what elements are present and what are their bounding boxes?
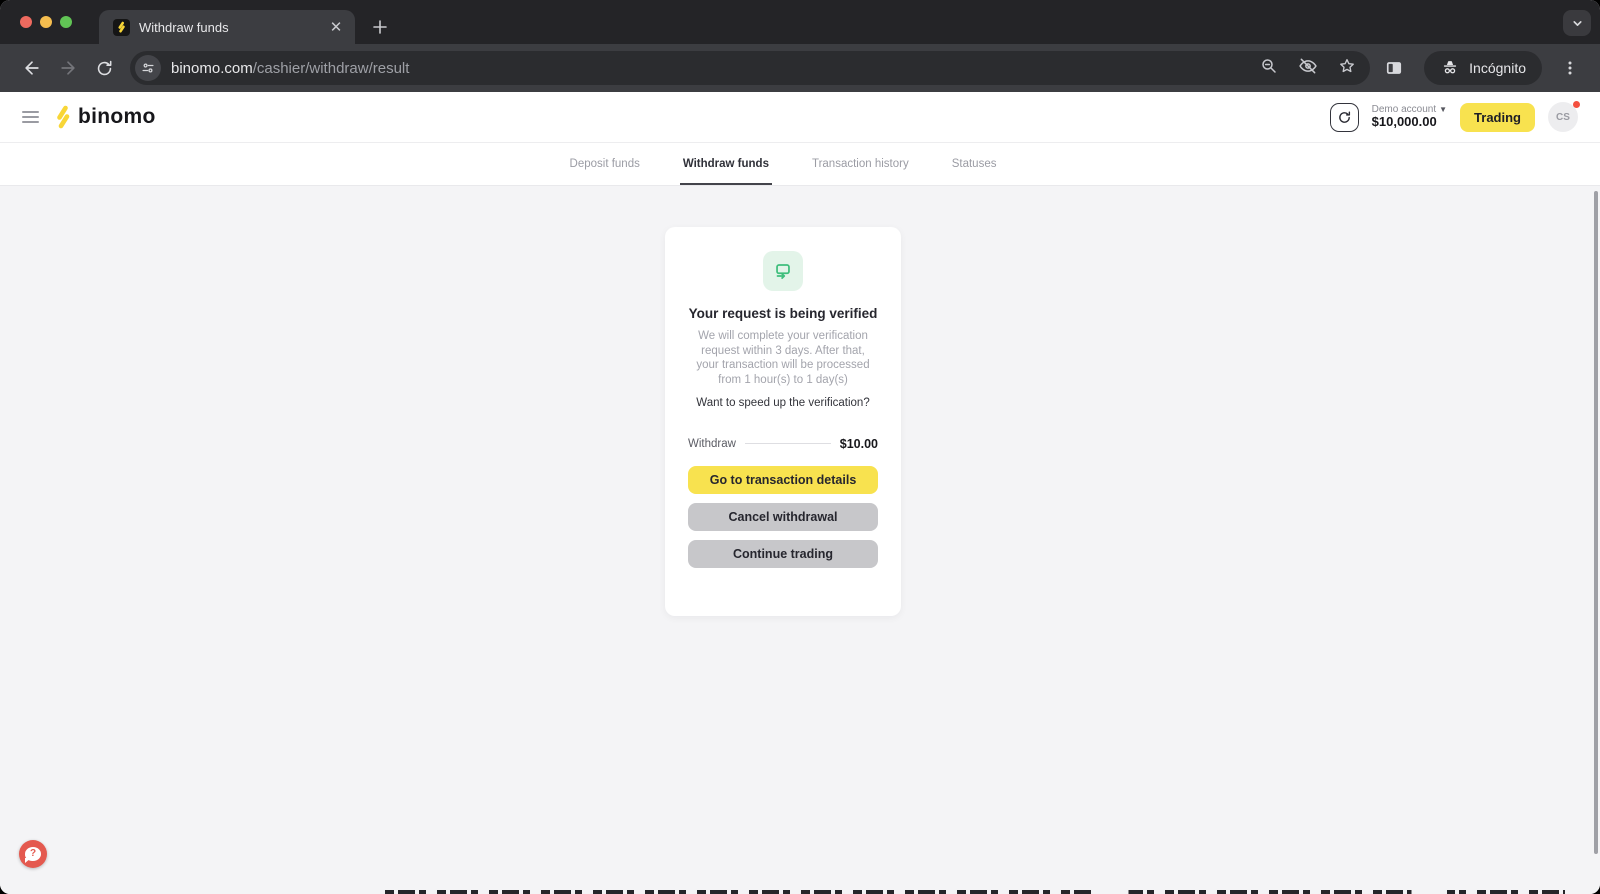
- tab-list-chevron-button[interactable]: [1563, 10, 1591, 36]
- avatar-initials: CS: [1556, 111, 1570, 123]
- url-domain: binomo.com: [171, 59, 253, 77]
- cancel-withdrawal-button[interactable]: Cancel withdrawal: [688, 502, 878, 531]
- tab-statuses[interactable]: Statuses: [949, 142, 1000, 185]
- summary-label: Withdraw: [688, 437, 736, 450]
- card-description: We will complete your verification reque…: [696, 330, 870, 387]
- cashier-nav: Deposit funds Withdraw funds Transaction…: [0, 142, 1600, 186]
- new-tab-button[interactable]: [367, 14, 393, 40]
- clipped-offscreen-text: [385, 890, 1565, 894]
- browser-menu-icon[interactable]: [1556, 54, 1584, 82]
- close-window-button[interactable]: [20, 16, 32, 28]
- close-tab-icon[interactable]: ✕: [327, 18, 345, 36]
- tab-deposit-funds[interactable]: Deposit funds: [567, 142, 643, 185]
- tab-transaction-history[interactable]: Transaction history: [809, 142, 912, 185]
- forward-icon[interactable]: [54, 54, 82, 82]
- summary-divider: [744, 443, 831, 445]
- page-content: Your request is being verified We will c…: [0, 186, 1600, 894]
- back-icon[interactable]: [18, 54, 46, 82]
- tab-withdraw-funds[interactable]: Withdraw funds: [679, 142, 772, 185]
- fullscreen-window-button[interactable]: [60, 16, 72, 28]
- go-to-transaction-details-button[interactable]: Go to transaction details: [688, 465, 878, 494]
- tab-strip: Withdraw funds ✕: [0, 0, 1600, 44]
- account-balance: $10,000.00: [1371, 114, 1437, 130]
- binomo-favicon-icon: [113, 18, 130, 36]
- incognito-icon: [1440, 58, 1460, 79]
- url-path: /cashier/withdraw/result: [252, 59, 410, 77]
- eye-off-icon[interactable]: [1298, 56, 1318, 81]
- url-text: binomo.com/cashier/withdraw/result: [171, 60, 1260, 77]
- withdrawal-result-card: Your request is being verified We will c…: [665, 227, 901, 616]
- card-withdraw-icon: [763, 251, 803, 291]
- chevron-down-icon: ▼: [1439, 104, 1448, 114]
- window-controls: [20, 16, 72, 28]
- browser-tab[interactable]: Withdraw funds ✕: [99, 10, 355, 44]
- speed-up-verification-link[interactable]: Want to speed up the verification?: [696, 397, 869, 409]
- scrollbar-thumb[interactable]: [1594, 191, 1598, 854]
- trading-button[interactable]: Trading: [1460, 102, 1535, 132]
- card-title: Your request is being verified: [688, 306, 878, 321]
- incognito-label: Incógnito: [1469, 60, 1526, 76]
- tab-title: Withdraw funds: [139, 19, 229, 35]
- site-header: binomo Demo account ▼ $10,000.00 Trading …: [0, 92, 1600, 142]
- binomo-bolt-icon: [57, 105, 70, 129]
- zoom-icon[interactable]: [1260, 57, 1278, 80]
- help-button[interactable]: ?: [19, 840, 47, 868]
- account-selector[interactable]: Demo account ▼ $10,000.00: [1372, 104, 1447, 130]
- minimize-window-button[interactable]: [40, 16, 52, 28]
- incognito-badge[interactable]: Incógnito: [1424, 51, 1542, 85]
- binomo-logo[interactable]: binomo: [52, 105, 156, 129]
- refresh-balance-button[interactable]: [1329, 102, 1359, 132]
- summary-amount: $10.00: [839, 436, 878, 451]
- help-bubble-icon: ?: [25, 847, 41, 863]
- browser-window: Withdraw funds ✕ binomo.com/cashier/with…: [0, 0, 1600, 894]
- continue-trading-button[interactable]: Continue trading: [688, 539, 878, 568]
- site-settings-icon[interactable]: [135, 55, 161, 81]
- reload-icon[interactable]: [90, 54, 118, 82]
- address-bar[interactable]: binomo.com/cashier/withdraw/result: [130, 51, 1371, 85]
- browser-toolbar: binomo.com/cashier/withdraw/result Incóg…: [0, 44, 1600, 92]
- withdraw-summary-row: Withdraw $10.00: [688, 437, 878, 451]
- notification-dot: [1573, 101, 1580, 108]
- menu-hamburger-icon[interactable]: [22, 111, 39, 123]
- bookmark-star-icon[interactable]: [1338, 57, 1356, 80]
- brand-name: binomo: [78, 105, 156, 128]
- side-panel-icon[interactable]: [1380, 54, 1408, 82]
- avatar[interactable]: CS: [1548, 101, 1580, 132]
